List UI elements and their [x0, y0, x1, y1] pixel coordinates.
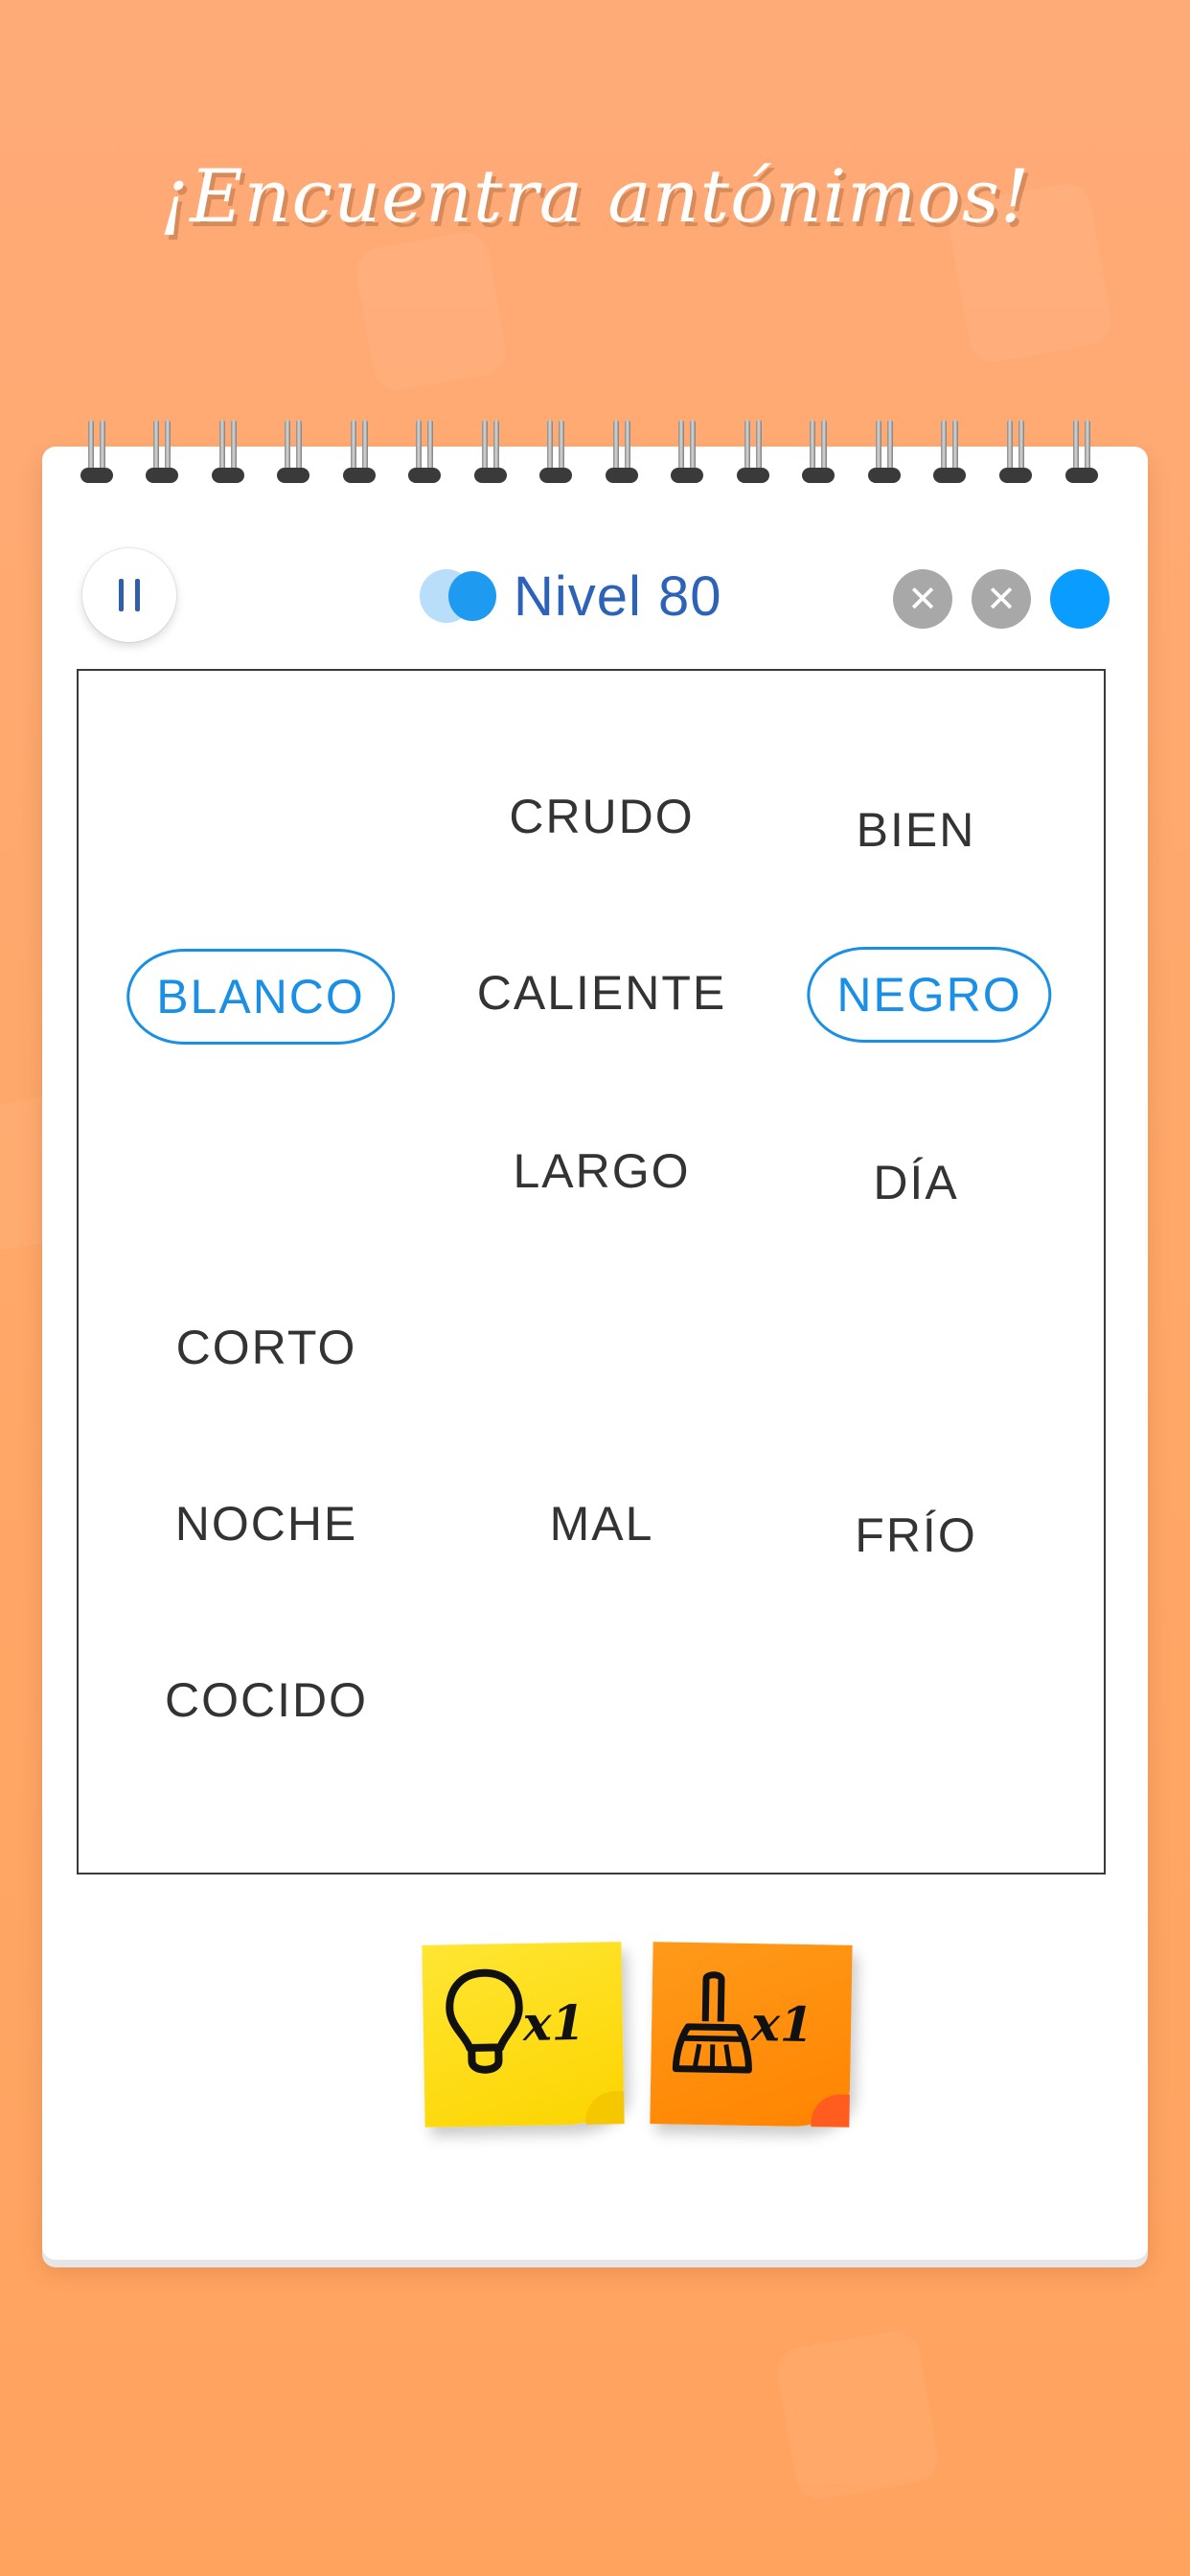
pause-icon [113, 579, 146, 611]
word-tile-selected[interactable]: NEGRO [807, 947, 1052, 1043]
notebook-card: Nivel 80 ✕ ✕ CRUDO BIEN BLANCO CALIENTE … [42, 420, 1148, 2260]
word-tile[interactable]: BIEN [857, 802, 976, 858]
word-tile[interactable]: CRUDO [509, 789, 694, 844]
background-decoration [353, 228, 510, 395]
spiral-ring [606, 420, 638, 487]
clear-count-label: x1 [750, 1995, 814, 2054]
spiral-ring [539, 420, 572, 487]
word-board: CRUDO BIEN BLANCO CALIENTE NEGRO LARGO D… [77, 669, 1106, 1874]
speech-bubbles-icon [416, 567, 498, 625]
note-curl [585, 2091, 625, 2125]
word-tile[interactable]: COCIDO [165, 1672, 368, 1728]
broom-icon [672, 1971, 752, 2074]
word-tile[interactable]: LARGO [513, 1143, 690, 1199]
hint-powerup-button[interactable]: x1 [422, 1942, 625, 2128]
spiral-ring [212, 420, 244, 487]
life-lost-icon: ✕ [893, 569, 952, 629]
word-tile[interactable]: CORTO [176, 1320, 357, 1375]
spiral-ring [868, 420, 901, 487]
spiral-ring [933, 420, 966, 487]
note-curl [811, 2094, 850, 2128]
spiral-ring [671, 420, 703, 487]
spiral-ring [737, 420, 769, 487]
word-tile[interactable]: FRÍO [855, 1507, 976, 1563]
spiral-ring [277, 420, 309, 487]
lives-indicator: ✕ ✕ [893, 569, 1110, 629]
life-lost-icon: ✕ [972, 569, 1031, 629]
spiral-ring [802, 420, 835, 487]
level-indicator: Nivel 80 [416, 558, 722, 634]
level-label: Nivel 80 [514, 564, 722, 628]
hint-count-label: x1 [522, 1993, 585, 2052]
spiral-ring [999, 420, 1032, 487]
spiral-ring [80, 420, 113, 487]
word-tile[interactable]: NOCHE [175, 1496, 358, 1552]
life-remaining-icon [1050, 569, 1110, 629]
spiral-ring [408, 420, 441, 487]
word-tile[interactable]: MAL [550, 1496, 654, 1552]
spiral-ring [474, 420, 507, 487]
promo-title: ¡Encuentra antónimos! [159, 153, 1031, 239]
spiral-ring [146, 420, 178, 487]
spiral-ring [1065, 420, 1098, 487]
powerups-bar: x1 x1 [422, 1942, 853, 2128]
word-tile[interactable]: DÍA [873, 1155, 958, 1210]
clear-powerup-button[interactable]: x1 [650, 1942, 853, 2128]
pause-button[interactable] [82, 548, 176, 642]
spiral-ring [343, 420, 376, 487]
word-tile[interactable]: CALIENTE [477, 965, 727, 1021]
word-tile-selected[interactable]: BLANCO [126, 949, 395, 1045]
background-decoration [773, 2327, 942, 2503]
lightbulb-icon [446, 1968, 523, 2074]
